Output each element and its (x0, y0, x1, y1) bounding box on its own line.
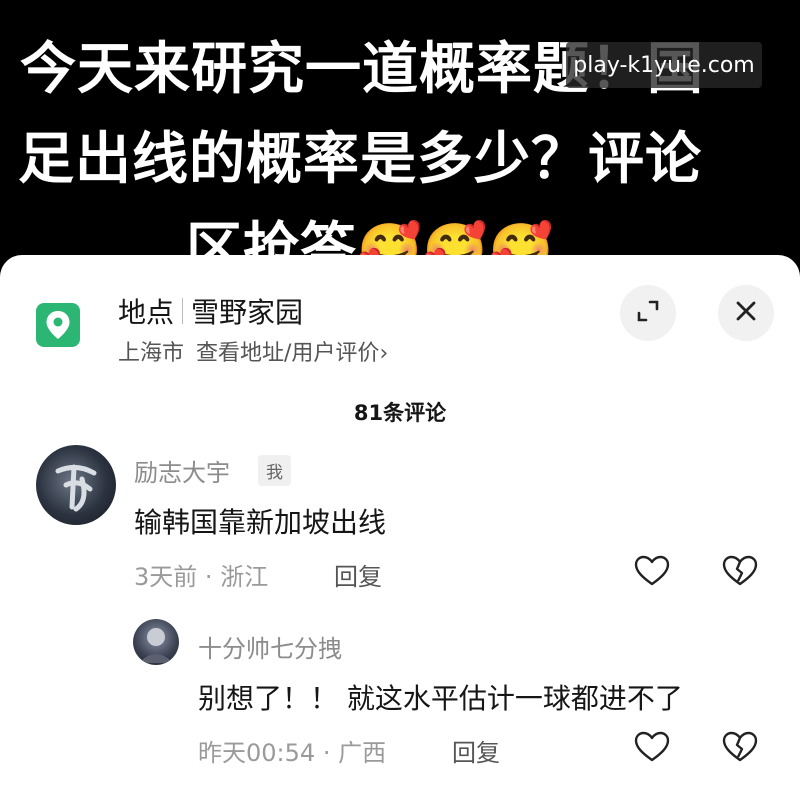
avatar[interactable] (133, 619, 179, 665)
reply-button[interactable]: 回复 (334, 557, 382, 592)
comment-region: 广西 (338, 739, 387, 767)
comment-time: 3天前 (134, 563, 198, 591)
location-name: 雪野家园 (191, 296, 304, 329)
comment-region: 浙江 (220, 563, 269, 591)
close-icon (735, 300, 757, 326)
comment-text: 输韩国靠新加坡出线 (134, 506, 387, 539)
like-icon[interactable] (632, 727, 672, 767)
expand-icon (635, 298, 661, 328)
comment-meta: 3天前 · 浙江 (134, 557, 268, 592)
reply-button[interactable]: 回复 (452, 733, 500, 768)
dislike-icon[interactable] (720, 551, 760, 591)
meta-dot: · (322, 739, 331, 767)
dislike-icon[interactable] (720, 727, 760, 767)
comment-time: 昨天00:54 (198, 739, 316, 767)
like-icon[interactable] (632, 551, 672, 591)
title-divider (182, 298, 184, 324)
close-button[interactable] (718, 285, 774, 341)
avatar[interactable] (36, 445, 116, 525)
comment-sheet: 地点 雪野家园 上海市 查看地址/用户评价› 81条评论 励志大宇 我 输韩国靠新… (0, 255, 800, 809)
self-badge: 我 (258, 455, 291, 486)
location-subtitle[interactable]: 上海市 查看地址/用户评价› (118, 335, 388, 367)
comment-text: 别想了！！ 就这水平估计一球都进不了 (198, 682, 683, 715)
comment-meta: 昨天00:54 · 广西 (198, 733, 386, 768)
watermark: play-k1yule.com (566, 42, 762, 88)
comment-username[interactable]: 十分帅七分拽 (198, 629, 342, 664)
expand-button[interactable] (620, 285, 676, 341)
meta-dot: · (204, 563, 213, 591)
comment-username[interactable]: 励志大宇 (134, 453, 230, 488)
location-label: 地点 (118, 296, 175, 329)
chevron-right-icon: › (379, 341, 389, 366)
location-link[interactable]: 查看地址/用户评价 (196, 341, 379, 366)
map-pin-icon[interactable] (36, 303, 80, 347)
video-caption-line-2: 足出线的概率是多少？评论 (18, 127, 702, 192)
location-title[interactable]: 地点 雪野家园 (118, 291, 303, 331)
comment-count: 81条评论 (353, 401, 447, 425)
video-background: 今天来研究一道概率题！国 足出线的概率是多少？评论 区抢答🥰🥰🥰 play-k1… (0, 0, 800, 270)
location-city: 上海市 (118, 341, 185, 366)
